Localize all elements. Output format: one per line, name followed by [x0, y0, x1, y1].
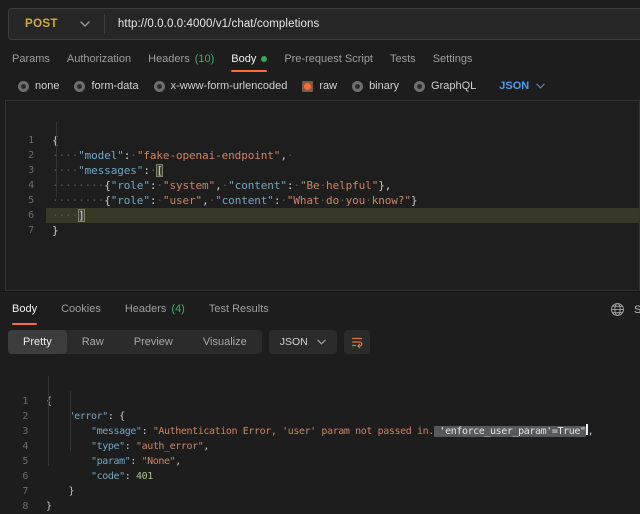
response-toolbar: Pretty Raw Preview Visualize JSON [8, 330, 370, 354]
view-pretty[interactable]: Pretty [8, 330, 67, 354]
request-body-editor[interactable]: 1{2····"model":·"fake-openai-endpoint",·… [5, 100, 640, 291]
line-number: 3 [0, 424, 40, 439]
headers-count-badge: (10) [195, 53, 215, 65]
tab-body[interactable]: Body [231, 45, 267, 72]
line-number: 7 [6, 223, 46, 238]
code-line[interactable]: 5········{"role":·"user",·"content":·"Wh… [6, 193, 639, 208]
view-visualize[interactable]: Visualize [188, 330, 262, 354]
code-line[interactable]: 1{ [6, 133, 639, 148]
tab-pre-request-script[interactable]: Pre-request Script [284, 45, 373, 72]
response-headers-count-badge: (4) [171, 303, 184, 315]
code-line[interactable]: 4 "type": "auth_error", [0, 439, 640, 454]
text-wrap-button[interactable] [344, 330, 370, 354]
globe-icon[interactable] [610, 302, 625, 317]
response-tab-headers[interactable]: Headers(4) [125, 292, 185, 325]
response-tab-test-results[interactable]: Test Results [209, 292, 269, 325]
code-line[interactable]: 2 "error": { [0, 409, 640, 424]
line-number: 1 [6, 133, 46, 148]
radio-icon [154, 81, 165, 92]
chevron-down-icon [536, 83, 545, 89]
tab-settings[interactable]: Settings [433, 45, 473, 72]
code-line[interactable]: 3 "message": "Authentication Error, 'use… [0, 424, 640, 439]
view-preview[interactable]: Preview [119, 330, 188, 354]
body-type-graphql[interactable]: GraphQL [414, 80, 476, 92]
chevron-down-icon [317, 339, 326, 345]
body-type-selector-row: none form-data x-www-form-urlencoded raw… [18, 76, 545, 96]
body-type-form-data[interactable]: form-data [74, 80, 138, 92]
clipped-status-text: S [634, 304, 640, 316]
code-line[interactable]: 7} [6, 223, 639, 238]
response-body-viewer[interactable]: 1{2 "error": {3 "message": "Authenticati… [0, 356, 640, 477]
line-number: 1 [0, 394, 40, 409]
request-tabs: Params Authorization Headers(10) Body Pr… [12, 45, 472, 72]
line-number: 5 [0, 454, 40, 469]
postman-dark-window: { "request_bar": { "method": "POST", "ur… [0, 0, 640, 477]
code-line[interactable]: 1{ [0, 394, 640, 409]
line-number: 4 [0, 439, 40, 454]
request-format-dropdown[interactable]: JSON [499, 80, 545, 92]
tab-params[interactable]: Params [12, 45, 50, 72]
response-tabs: Body Cookies Headers(4) Test Results [12, 292, 269, 325]
view-raw[interactable]: Raw [67, 330, 119, 354]
line-number: 4 [6, 178, 46, 193]
code-line[interactable]: 3····"messages":·[ [6, 163, 639, 178]
http-method-selector[interactable]: POST [9, 18, 58, 30]
line-number: 3 [6, 163, 46, 178]
code-line[interactable]: 8} [0, 499, 640, 514]
line-number: 7 [0, 484, 40, 499]
body-modified-dot-icon [261, 56, 267, 62]
code-line[interactable]: 6····] [6, 208, 639, 223]
indent-guide [70, 391, 71, 451]
line-number: 8 [0, 499, 40, 514]
radio-icon [74, 81, 85, 92]
radio-icon [18, 81, 29, 92]
tab-headers[interactable]: Headers(10) [148, 45, 214, 72]
indent-guide [56, 122, 57, 197]
line-number: 6 [6, 208, 46, 223]
response-tab-cookies[interactable]: Cookies [61, 292, 101, 325]
code-line[interactable]: 7 } [0, 484, 640, 499]
response-meta: S [610, 302, 640, 317]
body-type-binary[interactable]: binary [352, 80, 399, 92]
radio-icon [352, 81, 363, 92]
code-line[interactable]: 4········{"role":·"system",·"content":·"… [6, 178, 639, 193]
radio-selected-icon [302, 81, 313, 92]
text-wrap-icon [350, 335, 364, 349]
body-type-none[interactable]: none [18, 80, 59, 92]
line-number: 5 [6, 193, 46, 208]
request-url-bar: POST http://0.0.0.0:4000/v1/chat/complet… [8, 8, 640, 40]
indent-guide [48, 376, 49, 466]
response-view-group: Pretty Raw Preview Visualize [8, 330, 262, 354]
chevron-down-icon[interactable] [80, 21, 90, 27]
response-tab-body[interactable]: Body [12, 292, 37, 325]
code-line[interactable]: 2····"model":·"fake-openai-endpoint",· [6, 148, 639, 163]
code-line[interactable]: 5 "param": "None", [0, 454, 640, 469]
radio-icon [414, 81, 425, 92]
tab-authorization[interactable]: Authorization [67, 45, 131, 72]
body-type-x-www-form-urlencoded[interactable]: x-www-form-urlencoded [154, 80, 288, 92]
response-format-dropdown[interactable]: JSON [269, 330, 337, 354]
body-type-raw[interactable]: raw [302, 80, 337, 92]
line-number: 2 [6, 148, 46, 163]
line-number: 2 [0, 409, 40, 424]
tab-tests[interactable]: Tests [390, 45, 416, 72]
request-url-input[interactable]: http://0.0.0.0:4000/v1/chat/completions [105, 18, 319, 30]
